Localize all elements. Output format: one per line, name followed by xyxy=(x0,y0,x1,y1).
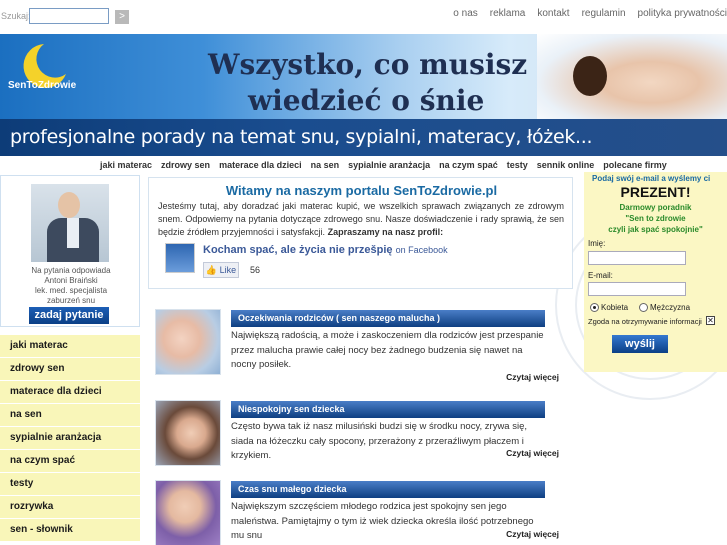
banner-headline-line1: Wszystko, co musisz xyxy=(208,48,528,81)
article-text: Największą radością, a może i zaskoczeni… xyxy=(231,330,544,370)
gender-male-label: Mężczyzna xyxy=(650,303,691,312)
top-links: o nas reklama kontakt regulamin polityka… xyxy=(453,8,727,19)
search-label: Szukaj: xyxy=(1,11,31,21)
top-bar: Szukaj: > o nas reklama kontakt regulami… xyxy=(0,0,727,34)
thumbs-up-icon: 👍 xyxy=(205,265,218,275)
sleeper-hair xyxy=(573,56,607,96)
gender-male-option[interactable]: Mężczyzna xyxy=(639,303,690,312)
main-nav: jaki materac zdrowy sen materace dla dzi… xyxy=(0,157,727,172)
link-about[interactable]: o nas xyxy=(453,8,477,19)
nav-item-polecane-firmy[interactable]: polecane firmy xyxy=(603,160,667,170)
nav-item-materace-dla-dzieci[interactable]: materace dla dzieci xyxy=(219,160,302,170)
signup-intro: Podaj swój e-mail a wyślemy ci xyxy=(592,174,711,183)
banner-tagline: profesjonalne porady na temat snu, sypia… xyxy=(10,126,593,148)
link-terms[interactable]: regulamin xyxy=(582,8,626,19)
gender-female-option[interactable]: Kobieta xyxy=(590,303,628,312)
doctor-head xyxy=(58,192,80,218)
nav-item-na-czym-spac[interactable]: na czym spać xyxy=(439,160,498,170)
nav-item-na-sen[interactable]: na sen xyxy=(311,160,340,170)
like-count: 56 xyxy=(250,265,261,275)
newsletter-signup: Podaj swój e-mail a wyślemy ci PREZENT! … xyxy=(584,172,727,372)
logo-text[interactable]: SenToZdrowie xyxy=(8,80,76,91)
doctor-shirt xyxy=(67,218,79,248)
side-item-slownik[interactable]: sen - słownik xyxy=(0,519,140,542)
facebook-page-title[interactable]: Kocham spać, ale życia nie przešpię on F… xyxy=(203,244,448,256)
article-text: Największym szczęściem młodego rodzica j… xyxy=(231,501,534,541)
facebook-on-label: on Facebook xyxy=(395,245,448,255)
send-button[interactable]: wyślij xyxy=(612,335,668,353)
welcome-box: Witamy na naszym portalu SenToZdrowie.pl… xyxy=(148,177,573,289)
side-item-zdrowy-sen[interactable]: zdrowy sen xyxy=(0,358,140,381)
doctor-caption: Na pytania odpowiada Antoni Braiński lek… xyxy=(1,266,141,306)
email-label: E-mail: xyxy=(588,271,613,280)
banner-headline-line2: wiedzieć o śnie xyxy=(248,84,485,117)
article-text: Często bywa tak iż nasz milusiński budzi… xyxy=(231,421,528,461)
ask-question-button[interactable]: zadaj pytanie xyxy=(29,307,109,324)
side-item-sypialnie[interactable]: sypialnie aranżacja xyxy=(0,427,140,450)
doctor-name: Antoni Braiński xyxy=(44,276,98,285)
article-image[interactable] xyxy=(155,309,221,375)
side-item-jaki-materac[interactable]: jaki materac xyxy=(0,335,140,358)
doctor-box: Na pytania odpowiada Antoni Braiński lek… xyxy=(0,175,140,327)
link-privacy[interactable]: polityka prywatności xyxy=(638,8,727,19)
signup-offer-line: "Sen to zdrowie xyxy=(625,214,686,223)
link-ads[interactable]: reklama xyxy=(490,8,526,19)
signup-offer-line: czyli jak spać spokojnie" xyxy=(608,225,703,234)
side-item-rozrywka[interactable]: rozrywka xyxy=(0,496,140,519)
facebook-page-name[interactable]: Kocham spać, ale życia nie przešpię xyxy=(203,244,393,256)
side-item-materace-dla-dzieci[interactable]: materace dla dzieci xyxy=(0,381,140,404)
article-title[interactable]: Oczekiwania rodziców ( sen naszego maluc… xyxy=(231,310,545,327)
sleeping-woman-image xyxy=(537,34,727,122)
signup-prezent: PREZENT! xyxy=(620,184,691,200)
nav-item-sypialnie[interactable]: sypialnie aranżacja xyxy=(348,160,430,170)
read-more-link[interactable]: Czytaj więcej xyxy=(506,529,559,539)
gender-female-label: Kobieta xyxy=(601,303,629,312)
email-field[interactable] xyxy=(588,282,686,296)
left-column: Na pytania odpowiada Antoni Braiński lek… xyxy=(0,175,140,545)
nav-item-testy[interactable]: testy xyxy=(507,160,528,170)
nav-item-zdrowy-sen[interactable]: zdrowy sen xyxy=(161,160,210,170)
consent-checkbox[interactable]: ✕ xyxy=(706,316,715,325)
welcome-title: Witamy na naszym portalu SenToZdrowie.pl xyxy=(225,183,498,198)
article-title[interactable]: Czas snu małego dziecka xyxy=(231,481,545,498)
read-more-link[interactable]: Czytaj więcej xyxy=(506,372,559,382)
name-field[interactable] xyxy=(588,251,686,265)
name-label: Imię: xyxy=(588,239,606,248)
side-menu: jaki materac zdrowy sen materace dla dzi… xyxy=(0,335,140,542)
doctor-caption-line: Na pytania odpowiada xyxy=(31,266,111,275)
signup-offer: Darmowy poradnik "Sen to zdrowie czyli j… xyxy=(584,202,727,235)
consent-label: Zgoda na otrzymywanie informacji xyxy=(588,317,702,326)
article-card: Oczekiwania rodziców ( sen naszego maluc… xyxy=(155,309,565,391)
doctor-caption-line: lek. med. specjalista xyxy=(34,286,108,295)
radio-unselected-icon[interactable] xyxy=(639,303,648,312)
article-card: Czas snu małego dziecka Największym szcz… xyxy=(155,480,565,545)
radio-selected-icon[interactable] xyxy=(590,303,599,312)
search-input[interactable] xyxy=(29,8,109,24)
article-image[interactable] xyxy=(155,400,221,466)
nav-item-sennik[interactable]: sennik online xyxy=(537,160,595,170)
facebook-page-logo[interactable] xyxy=(165,243,195,273)
doctor-photo xyxy=(31,184,109,262)
read-more-link[interactable]: Czytaj więcej xyxy=(506,448,559,458)
link-contact[interactable]: kontakt xyxy=(537,8,569,19)
doctor-caption-line: zaburzeń snu xyxy=(46,296,96,305)
article-card: Niespokojny sen dziecka Często bywa tak … xyxy=(155,400,565,475)
article-title[interactable]: Niespokojny sen dziecka xyxy=(231,401,545,418)
search-button[interactable]: > xyxy=(115,10,129,24)
welcome-invite: Zapraszamy na nasz profil: xyxy=(327,227,444,237)
moon-logo-icon[interactable] xyxy=(6,40,76,100)
side-item-testy[interactable]: testy xyxy=(0,473,140,496)
signup-offer-line: Darmowy poradnik xyxy=(619,203,692,212)
header-banner: SenToZdrowie Wszystko, co musisz wiedzie… xyxy=(0,34,727,156)
like-label: Like xyxy=(219,265,237,275)
side-item-na-czym-spac[interactable]: na czym spać xyxy=(0,450,140,473)
article-image[interactable] xyxy=(155,480,221,545)
facebook-like-button[interactable]: 👍 Like xyxy=(203,262,239,278)
side-item-na-sen[interactable]: na sen xyxy=(0,404,140,427)
nav-item-jaki-materac[interactable]: jaki materac xyxy=(100,160,152,170)
welcome-text: Jesteśmy tutaj, aby doradzać jaki matera… xyxy=(158,200,564,239)
